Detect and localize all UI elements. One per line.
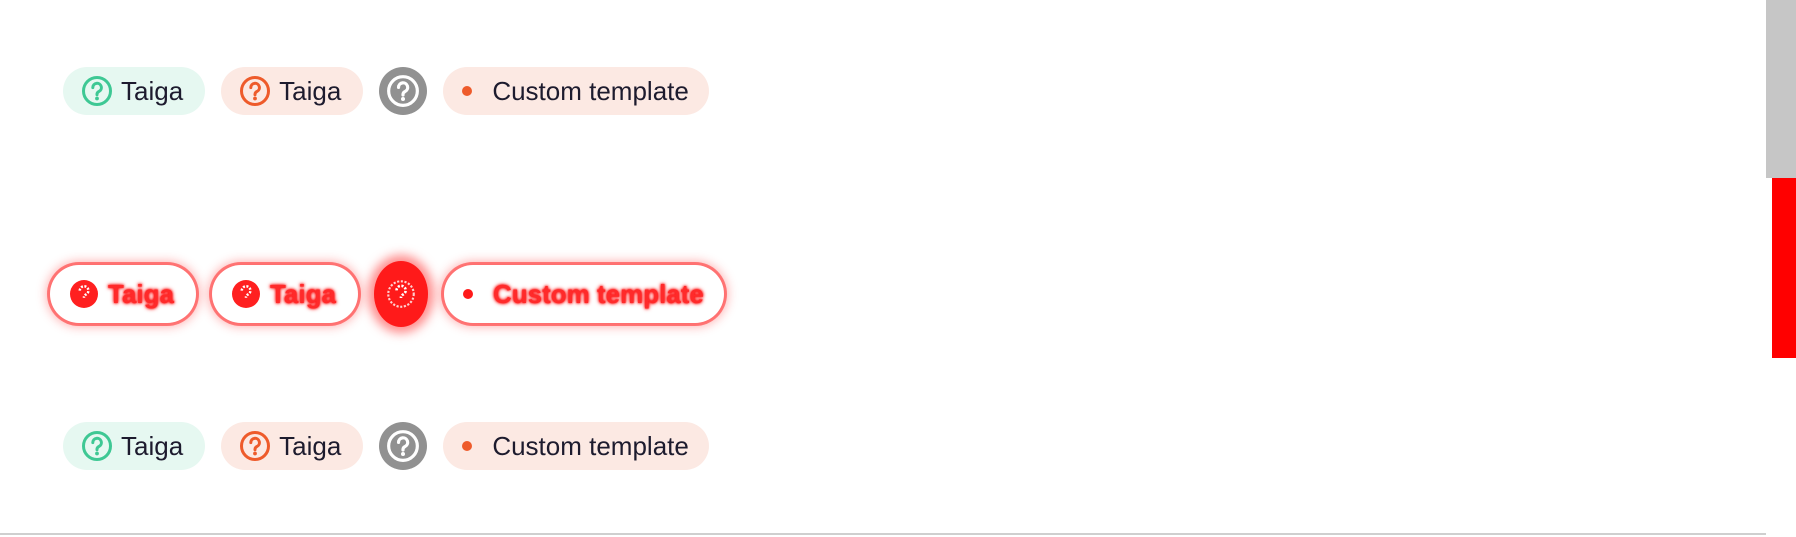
- question-circle-icon: [240, 431, 271, 461]
- tag-icon-only[interactable]: [373, 261, 428, 327]
- tag-taiga-orange[interactable]: Taiga: [211, 265, 358, 323]
- scroll-position-marker: [1772, 178, 1796, 358]
- question-circle-icon: [387, 430, 420, 462]
- scrollbar-thumb[interactable]: [1766, 0, 1796, 178]
- tag-taiga-green[interactable]: Taiga: [50, 265, 196, 323]
- tag-label: Taiga: [269, 278, 336, 309]
- dot-icon: [462, 86, 473, 96]
- question-circle-icon: [387, 280, 415, 308]
- tag-taiga-green[interactable]: Taiga: [63, 67, 206, 115]
- tag-label: Taiga: [121, 430, 184, 461]
- question-circle-icon: [82, 76, 112, 106]
- tag-preview-panel-glitched: Taiga Taiga Custom template: [0, 178, 1766, 356]
- tag-label: Taiga: [279, 430, 342, 461]
- tag-taiga-orange[interactable]: Taiga: [221, 422, 364, 470]
- tag-taiga-orange[interactable]: Taiga: [221, 67, 364, 115]
- tag-custom-template[interactable]: Custom template: [443, 422, 709, 470]
- tag-preview-panel-bottom: Taiga Taiga Custom template: [0, 355, 1766, 535]
- question-circle-icon: [231, 280, 260, 308]
- tag-label: Taiga: [108, 278, 174, 309]
- tag-label: Custom template: [492, 75, 689, 106]
- tag-custom-template[interactable]: Custom template: [443, 265, 724, 323]
- tag-label: Custom template: [492, 430, 689, 461]
- tag-label: Taiga: [121, 75, 184, 106]
- question-circle-icon: [240, 76, 271, 106]
- tag-custom-template[interactable]: Custom template: [443, 67, 709, 115]
- tag-label: Taiga: [279, 75, 342, 106]
- tag-taiga-green[interactable]: Taiga: [63, 422, 206, 470]
- tag-row: Taiga Taiga Custom template: [63, 422, 709, 470]
- tag-row: Taiga Taiga Custom template: [63, 67, 709, 115]
- question-circle-icon: [82, 431, 112, 461]
- dot-icon: [462, 289, 473, 299]
- tag-icon-only[interactable]: [379, 422, 428, 470]
- tag-icon-only[interactable]: [379, 67, 428, 115]
- tag-label: Custom template: [492, 278, 704, 309]
- question-circle-icon: [387, 75, 420, 107]
- dot-icon: [462, 441, 473, 451]
- tag-row-glitched: Taiga Taiga Custom template: [50, 261, 724, 327]
- question-circle-icon: [70, 280, 98, 308]
- tag-preview-panel-top: Taiga Taiga Custom template: [0, 0, 1766, 178]
